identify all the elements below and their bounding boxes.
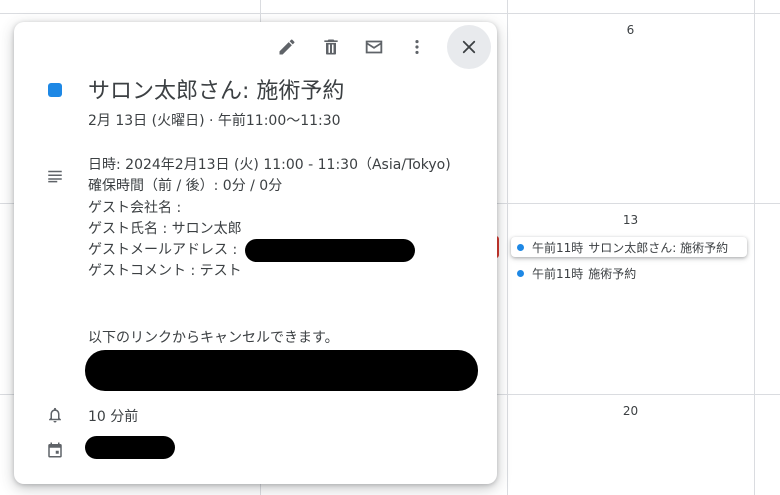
description-line: 確保時間（前 / 後）: 0分 / 0分 <box>88 178 283 195</box>
grid-row-divider <box>0 13 780 14</box>
edit-button[interactable] <box>274 34 300 60</box>
event-title: サロン太郎さん: 施術予約 <box>588 240 729 255</box>
close-button[interactable] <box>447 25 491 69</box>
more-options-button[interactable] <box>404 34 430 60</box>
delete-button[interactable] <box>318 34 344 60</box>
calendar-event-selected[interactable]: 午前11時 サロン太郎さん: 施術予約 <box>511 237 747 257</box>
redacted-cancel-link <box>85 350 478 391</box>
day-number[interactable]: 20 <box>507 404 754 418</box>
calendar-icon <box>48 442 62 458</box>
description-icon <box>48 170 62 183</box>
event-time: 午前11時 <box>532 240 584 255</box>
event-time: 午前11時 <box>532 266 584 281</box>
popup-event-datetime: 2月 13日 (火曜日) · 午前11:00～11:30 <box>88 113 341 129</box>
more-vert-icon <box>415 40 419 54</box>
email-guests-button[interactable] <box>361 34 387 60</box>
redacted-calendar-name <box>85 436 175 459</box>
event-color-dot <box>517 243 524 251</box>
event-details-popup: サロン太郎さん: 施術予約 2月 13日 (火曜日) · 午前11:00～11:… <box>14 22 497 484</box>
day-number[interactable]: 6 <box>507 23 754 37</box>
close-icon <box>462 40 476 54</box>
envelope-icon <box>365 40 383 54</box>
cancel-instructions: 以下のリンクからキャンセルできます。 <box>88 330 339 346</box>
grid-column-divider <box>507 0 508 495</box>
popup-event-title: サロン太郎さん: 施術予約 <box>88 79 345 104</box>
calendar-event[interactable]: 午前11時 施術予約 <box>511 263 747 283</box>
description-line: ゲスト氏名 : サロン太郎 <box>88 220 242 237</box>
event-color-square <box>48 83 62 97</box>
description-line: ゲストコメント : テスト <box>88 263 242 280</box>
bell-icon <box>49 407 61 423</box>
grid-column-divider <box>754 0 755 495</box>
trash-icon <box>324 39 338 55</box>
description-line: ゲスト会社名 : <box>88 199 182 216</box>
redacted-email <box>245 239 415 262</box>
event-title: 施術予約 <box>588 266 637 281</box>
reminder-text: 10 分前 <box>88 409 139 425</box>
event-description: 日時: 2024年2月13日 (火) 11:00 - 11:30（Asia/To… <box>88 155 488 283</box>
description-line: 日時: 2024年2月13日 (火) 11:00 - 11:30（Asia/To… <box>88 157 451 173</box>
event-color-dot <box>517 269 524 277</box>
day-number[interactable]: 13 <box>507 213 754 227</box>
pencil-icon <box>279 39 295 55</box>
